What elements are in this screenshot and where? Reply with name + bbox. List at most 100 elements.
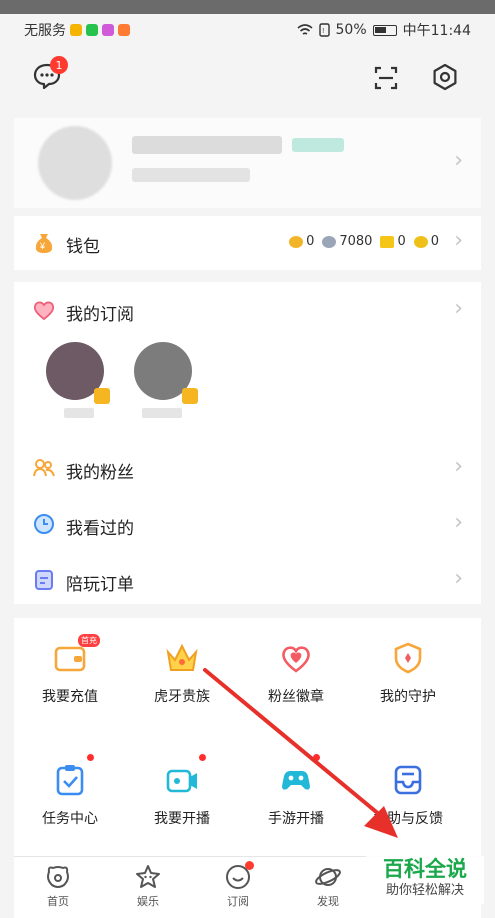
settings-icon[interactable] <box>431 63 459 91</box>
feedback-inbox-icon <box>390 762 426 798</box>
watermark-subtitle: 助你轻松解决 <box>385 883 464 898</box>
gold-bean-icon <box>289 235 304 248</box>
chevron-right-icon: › <box>454 566 463 591</box>
companion-orders-label: 陪玩订单 <box>66 575 134 595</box>
streamer-badge-icon <box>182 388 198 404</box>
money-bag-icon: ¥ <box>35 234 53 253</box>
streamer-badge-icon <box>94 388 110 404</box>
crown-icon <box>164 640 200 676</box>
wallet-label: 钱包 <box>66 237 100 257</box>
ticket-icon <box>380 235 395 248</box>
pixelated-user-id <box>132 168 250 182</box>
silver-bean-icon <box>322 235 337 248</box>
first-recharge-tag: 首充 <box>78 634 100 647</box>
recharge-label: 我要充值 <box>42 689 98 705</box>
notification-dot <box>313 754 320 761</box>
wifi-icon <box>296 24 313 35</box>
guard-label: 我的守护 <box>380 689 436 705</box>
top-bar: 1 <box>14 46 481 118</box>
avatar[interactable] <box>38 126 112 200</box>
tab-discover[interactable]: 发现 <box>298 863 358 909</box>
svg-text:¥: ¥ <box>39 241 46 251</box>
battery-icon <box>372 24 397 36</box>
pixelated-streamer-name <box>64 408 94 418</box>
battery-percent: 50% <box>335 22 367 38</box>
task-center-label: 任务中心 <box>42 811 98 827</box>
clock-icon <box>34 514 54 534</box>
fans-row[interactable]: 我的粉丝 › <box>14 442 481 494</box>
tab-home[interactable]: 首页 <box>28 863 88 909</box>
chevron-right-icon: › <box>454 510 463 535</box>
status-bar: 无服务 ! 50% 中午11:44 <box>14 14 481 46</box>
ticket-balance: 0 <box>380 234 406 249</box>
guard-button[interactable]: 我的守护 <box>358 640 458 706</box>
pixelated-streamer-name <box>142 408 182 418</box>
phone-screen: 无服务 ! 50% 中午11:44 1 › ¥ 钱包 0 7080 0 0 › … <box>0 14 495 918</box>
clock: 中午11:44 <box>402 23 471 39</box>
task-center-button[interactable]: 任务中心 <box>20 754 120 828</box>
notification-dot <box>199 754 206 761</box>
notification-dot <box>245 861 254 870</box>
fans-label: 我的粉丝 <box>66 463 134 483</box>
pixelated-username <box>132 136 282 154</box>
notification-dot <box>87 754 94 761</box>
noble-button[interactable]: 虎牙贵族 <box>132 640 232 706</box>
subscriptions-card: 我的订阅 › 我的粉丝 › 我看过的 › 陪玩订单 › <box>14 282 481 604</box>
star-icon <box>134 863 162 891</box>
recharge-button[interactable]: 首充 我要充值 <box>20 634 120 706</box>
sim-icon: ! <box>318 23 330 37</box>
subscribed-streamer-avatar[interactable] <box>46 342 110 404</box>
watermark: 百科全说 助你轻松解决 <box>366 856 484 904</box>
pixelated-level-tag <box>292 138 344 152</box>
scan-icon[interactable] <box>373 65 399 91</box>
home-tiger-icon <box>44 863 72 891</box>
heart-tab-icon <box>224 861 254 891</box>
status-right: ! 50% 中午11:44 <box>296 20 471 40</box>
screen-edge-right <box>481 14 495 918</box>
clipboard-check-icon <box>52 754 94 798</box>
carrier-text: 无服务 <box>24 23 66 39</box>
subscriptions-label[interactable]: 我的订阅 <box>66 300 134 325</box>
companion-orders-row[interactable]: 陪玩订单 › <box>14 554 481 606</box>
mobile-game-live-label: 手游开播 <box>268 811 324 827</box>
function-grid: 首充 我要充值 虎牙贵族 粉丝徽章 我的守护 任务中心 我要开播 手游开播 帮助… <box>14 618 481 870</box>
svg-text:!: ! <box>322 28 324 35</box>
notification-play-icon <box>86 24 98 36</box>
wallet-card-icon: 首充 <box>52 634 100 676</box>
mobile-game-live-button[interactable]: 手游开播 <box>246 754 346 828</box>
notification-app-icon <box>70 24 82 36</box>
notification-app-icon <box>118 24 130 36</box>
history-label: 我看过的 <box>66 519 134 539</box>
history-row[interactable]: 我看过的 › <box>14 498 481 550</box>
wallet-row[interactable]: ¥ 钱包 0 7080 0 0 › <box>14 216 481 270</box>
order-list-icon <box>35 570 53 590</box>
screen-edge-left <box>0 14 14 918</box>
heart-icon <box>33 301 55 321</box>
shield-icon <box>390 640 426 676</box>
profile-header[interactable]: › <box>14 118 481 208</box>
gold-bean-balance: 0 <box>289 234 314 249</box>
planet-icon <box>314 863 342 891</box>
wallet-balances: 0 7080 0 0 <box>289 234 439 249</box>
chevron-right-icon: › <box>454 454 463 479</box>
help-feedback-button[interactable]: 帮助与反馈 <box>358 762 458 828</box>
heart-badge-icon <box>278 640 314 676</box>
status-left: 无服务 <box>24 20 130 40</box>
start-live-label: 我要开播 <box>154 811 210 827</box>
chevron-right-icon[interactable]: › <box>454 296 463 321</box>
notification-app-icon <box>102 24 114 36</box>
chevron-right-icon: › <box>454 148 463 173</box>
tab-entertainment[interactable]: 娱乐 <box>118 863 178 909</box>
subscribed-streamer-avatar[interactable] <box>134 342 198 404</box>
coin-balance: 0 <box>413 234 439 249</box>
fans-icon <box>33 459 55 477</box>
chevron-right-icon: › <box>454 228 463 253</box>
start-live-button[interactable]: 我要开播 <box>132 754 232 828</box>
help-feedback-label: 帮助与反馈 <box>373 811 443 827</box>
fan-badge-button[interactable]: 粉丝徽章 <box>246 640 346 706</box>
fan-badge-label: 粉丝徽章 <box>268 689 324 705</box>
tab-subscriptions[interactable]: 订阅 <box>208 861 268 909</box>
message-badge: 1 <box>50 56 68 74</box>
video-camera-icon <box>164 754 206 798</box>
coin-icon <box>413 235 428 248</box>
